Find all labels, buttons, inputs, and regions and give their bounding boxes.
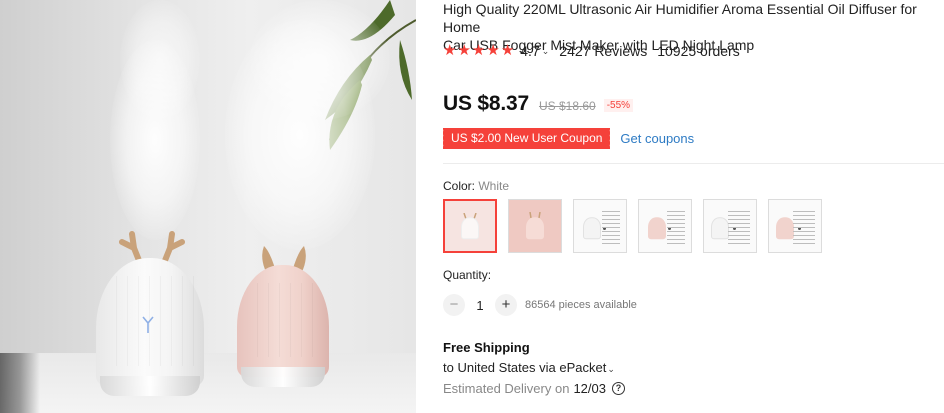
shipping-title: Free Shipping (443, 340, 530, 355)
star-icon: ★ (471, 42, 486, 59)
product-image[interactable] (0, 0, 416, 413)
table-edge-shadow (0, 353, 40, 413)
color-label-text: Color: (443, 179, 476, 193)
quantity-label: Quantity: (443, 268, 492, 282)
mist-plume-right-top (250, 0, 390, 120)
swatch-white-sticks[interactable] (573, 199, 627, 253)
divider (443, 163, 944, 164)
delivery-label: Estimated Delivery on (443, 381, 570, 396)
coupon-row: US $2.00 New User Coupon Get coupons (440, 128, 694, 149)
humidifier-thumb-icon (461, 217, 479, 240)
swatch-white[interactable] (443, 199, 497, 253)
orders-count: 10925 orders (657, 43, 740, 59)
swatch-white-sticks-2[interactable] (703, 199, 757, 253)
star-icon: ★ (500, 42, 515, 59)
humidifier-thumb-icon (526, 217, 544, 240)
help-icon[interactable]: ? (612, 382, 625, 395)
star-icon: ★ (457, 42, 471, 59)
humidifier-thumb-icon (711, 217, 729, 240)
aroma-sticks-icon (793, 210, 815, 244)
rating-value[interactable]: 4.7 (520, 43, 539, 59)
discount-badge: -55% (603, 99, 634, 112)
increase-quantity-button[interactable]: + (495, 294, 517, 316)
color-selected-value: White (478, 179, 510, 193)
chevron-down-icon[interactable]: ⌄ (607, 364, 615, 374)
aroma-sticks-icon (602, 210, 620, 244)
humidifier-thumb-icon (776, 217, 794, 240)
white-humidifier (96, 258, 204, 396)
title-line-1: High Quality 220ML Ultrasonic Air Humidi… (443, 1, 917, 35)
product-info-panel: High Quality 220ML Ultrasonic Air Humidi… (440, 0, 944, 413)
rating-row: ★ ★ ★ ★ ★ 4.7 ⌄ 2427 Reviews 10925 order… (443, 42, 740, 60)
pink-humidifier (237, 265, 329, 387)
color-label: Color: White (443, 179, 509, 193)
shipping-method-text[interactable]: to United States via ePacket (443, 360, 606, 375)
table-surface (0, 353, 416, 413)
aroma-sticks-icon (667, 210, 685, 244)
chevron-down-icon[interactable]: ⌄ (542, 46, 550, 57)
estimated-delivery: Estimated Delivery on 12/03 ? (443, 381, 625, 396)
led-logo-icon (142, 316, 154, 333)
humidifier-thumb-icon (583, 217, 601, 240)
aroma-sticks-icon (728, 210, 750, 244)
original-price: US $18.60 (538, 99, 596, 113)
quantity-input[interactable]: 1 (465, 298, 495, 313)
mist-plume-left-top (120, 0, 200, 120)
new-user-coupon[interactable]: US $2.00 New User Coupon (440, 128, 611, 149)
color-swatches (443, 199, 822, 253)
swatch-pink-sticks[interactable] (638, 199, 692, 253)
swatch-pink-sticks-2[interactable] (768, 199, 822, 253)
quantity-stepper: − 1 + 86564 pieces available (443, 294, 637, 316)
reviews-link[interactable]: 2427 Reviews (559, 43, 647, 59)
delivery-date: 12/03 (573, 381, 606, 396)
star-rating: ★ ★ ★ ★ ★ (443, 43, 514, 59)
stock-available: 86564 pieces available (525, 299, 637, 311)
decrease-quantity-button[interactable]: − (443, 294, 465, 316)
price-row: US $8.37 US $18.60 -55% (443, 92, 634, 116)
shipping-method[interactable]: to United States via ePacket⌄ (443, 360, 615, 375)
current-price: US $8.37 (443, 92, 529, 115)
get-coupons-link[interactable]: Get coupons (620, 131, 694, 146)
star-icon: ★ (486, 42, 500, 59)
swatch-pink[interactable] (508, 199, 562, 253)
humidifier-thumb-icon (648, 217, 666, 240)
star-icon: ★ (443, 42, 457, 59)
